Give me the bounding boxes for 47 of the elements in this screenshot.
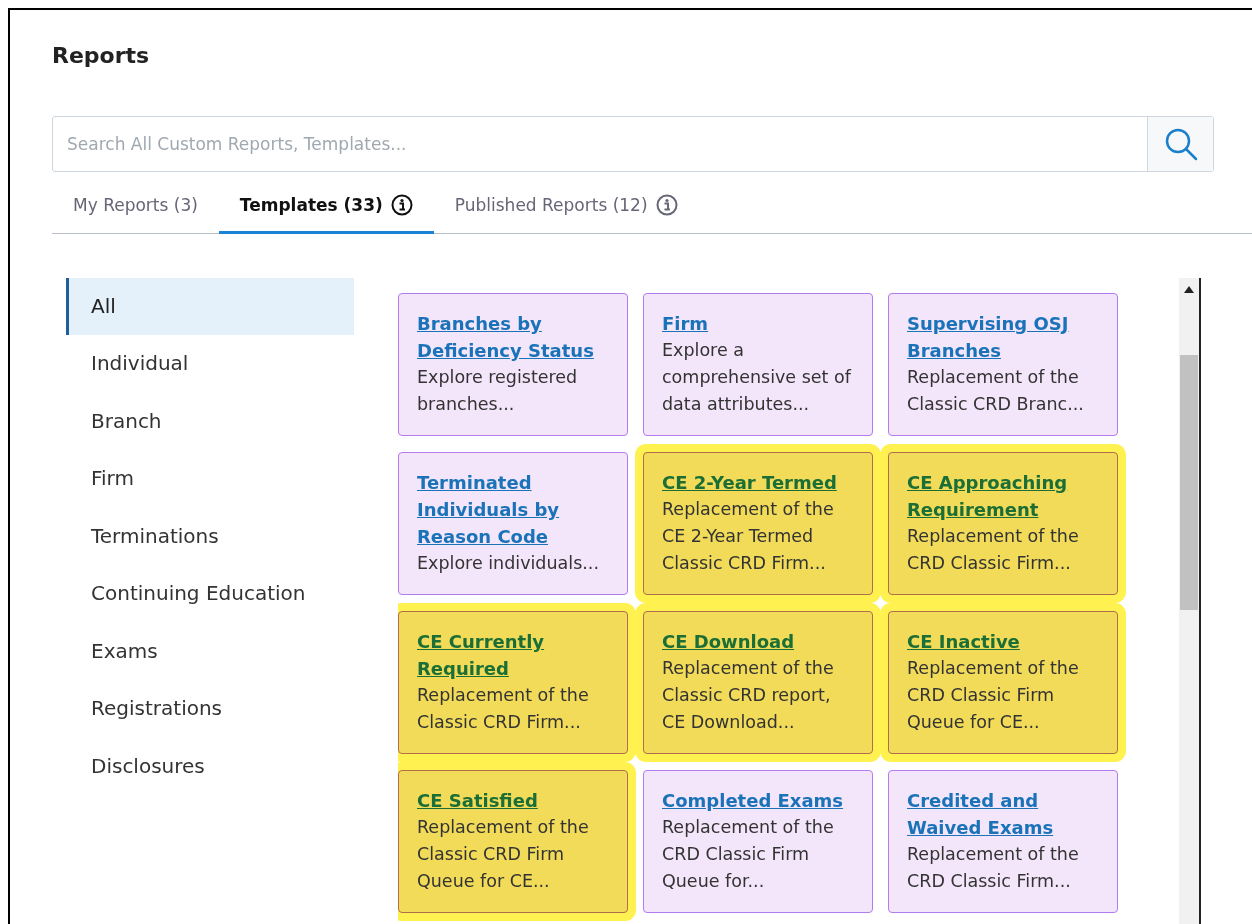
scrollbar-thumb[interactable] [1180, 355, 1198, 610]
template-link[interactable]: Firm [662, 310, 856, 337]
template-link[interactable]: Terminated Individuals by Reason Code [417, 469, 611, 550]
template-description: Explore a comprehensive set of data attributes... [662, 339, 853, 416]
template-description: Replacement of the Classic CRD Firm... [417, 684, 590, 734]
template-description: Replacement of the CRD Classic Firm Queue for CE... [907, 657, 1080, 734]
template-card[interactable]: Firm Explore a comprehensive set of data attributes... [643, 293, 873, 436]
template-description: Explore individuals... [417, 552, 600, 575]
template-link[interactable]: Supervising OSJ Branches [907, 310, 1101, 364]
sidebar-item[interactable]: Branch [66, 392, 354, 450]
template-description: Explore registered branches... [417, 366, 579, 416]
template-link[interactable]: Completed Exams [662, 787, 856, 814]
sidebar-item[interactable]: Individual [66, 335, 354, 393]
tab[interactable]: Published Reports (12) [433, 178, 699, 234]
template-link[interactable]: CE Currently Required [417, 628, 611, 682]
sidebar-item[interactable]: Exams [66, 622, 354, 680]
sidebar-item[interactable]: Registrations [66, 680, 354, 738]
sidebar-item[interactable]: All [66, 278, 354, 335]
template-description: Replacement of the Classic CRD Branc... [907, 366, 1085, 416]
template-link[interactable]: CE Approaching Requirement [907, 469, 1101, 523]
search-button[interactable] [1147, 117, 1213, 171]
sidebar-item[interactable]: Disclosures [66, 737, 354, 795]
template-description: Replacement of the CE 2-Year Termed Classic CRD Firm... [662, 498, 835, 575]
sidebar-item[interactable]: Firm [66, 450, 354, 508]
template-description: Replacement of the Classic CRD report, CE Download... [662, 657, 835, 734]
template-link[interactable]: CE Inactive [907, 628, 1101, 655]
page-title: Reports [52, 42, 151, 70]
template-link[interactable]: CE Download [662, 628, 856, 655]
template-description: Replacement of the CRD Classic Firm... [907, 525, 1080, 575]
template-link[interactable]: CE Satisfied [417, 787, 611, 814]
template-link[interactable]: Credited and Waived Exams [907, 787, 1101, 841]
scrollbar[interactable] [1179, 278, 1201, 924]
tab[interactable]: Templates (33) [218, 178, 434, 234]
template-description: Replacement of the CRD Classic Firm Queue for... [662, 816, 835, 893]
sidebar-item[interactable]: Terminations [66, 507, 354, 565]
sidebar-item[interactable]: Continuing Education [66, 565, 354, 623]
tab[interactable]: My Reports (3) [52, 178, 219, 234]
template-card[interactable]: Branches by Deficiency Status Explore registered branches... [398, 293, 628, 436]
template-description: Replacement of the Classic CRD Firm Queue for CE... [417, 816, 590, 893]
template-card[interactable]: Terminated Individuals by Reason Code Explore individuals... [398, 452, 628, 595]
template-card[interactable]: Completed Exams Replacement of the CRD Classic Firm Queue for... [643, 770, 873, 913]
template-card[interactable]: Credited and Waived Exams Replacement of the CRD Classic Firm... [888, 770, 1118, 913]
template-description: Replacement of the CRD Classic Firm... [907, 843, 1080, 893]
template-card[interactable]: Supervising OSJ Branches Replacement of the Classic CRD Branc... [888, 293, 1118, 436]
template-link[interactable]: CE 2-Year Termed [662, 469, 856, 496]
template-link[interactable]: Branches by Deficiency Status [417, 310, 611, 364]
scroll-up-arrow-icon[interactable] [1184, 286, 1194, 293]
